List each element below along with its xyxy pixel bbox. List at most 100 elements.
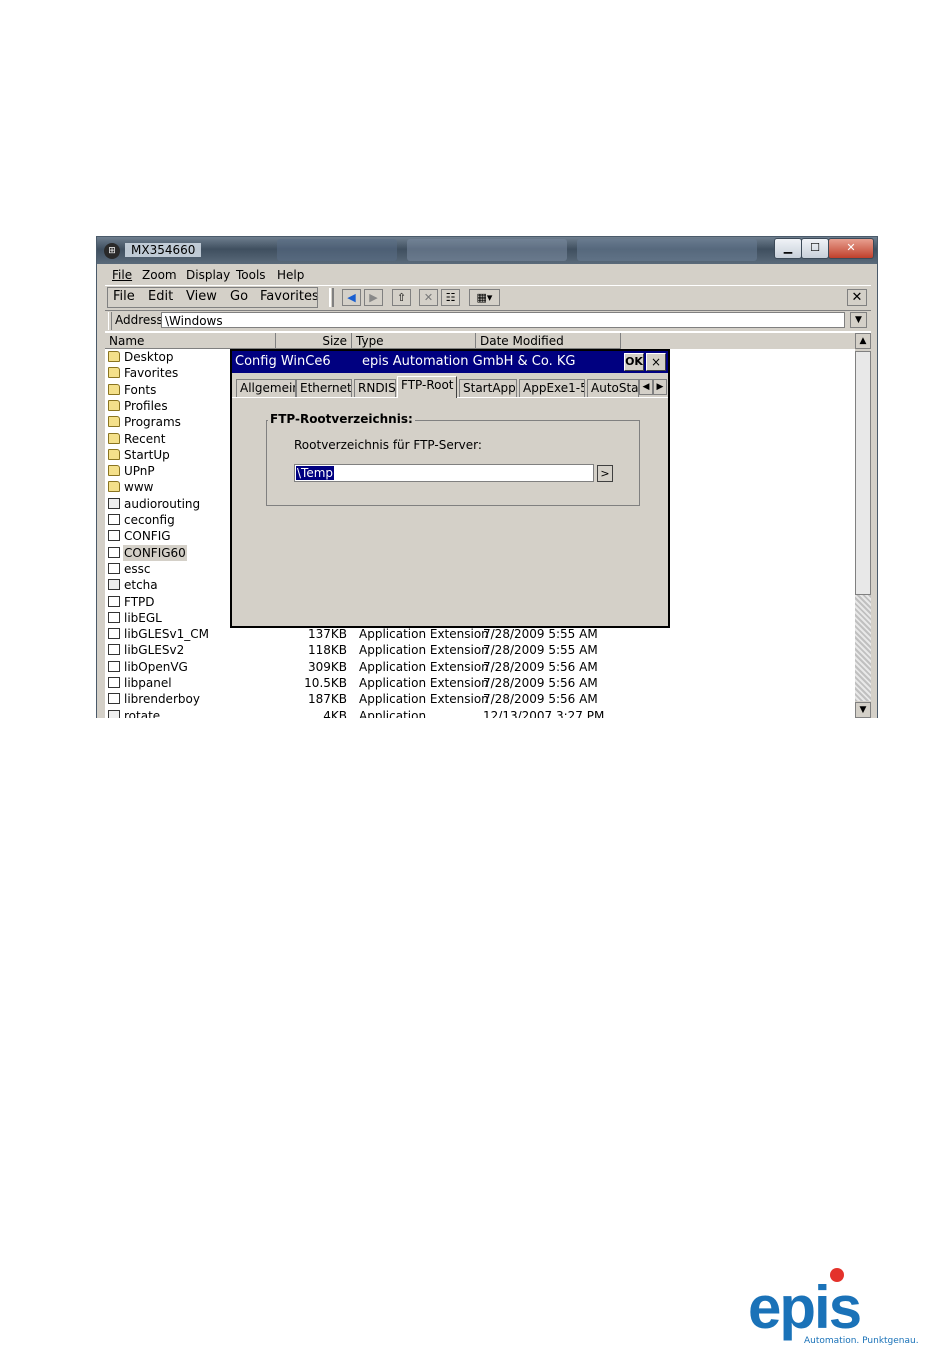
file-name: audiorouting <box>124 496 201 511</box>
file-date: 12/13/2007 3:27 PM <box>483 708 605 718</box>
ok-button[interactable]: OK <box>624 353 644 371</box>
address-dropdown-icon[interactable]: ▼ <box>850 312 867 328</box>
file-name: Desktop <box>124 350 174 364</box>
tab-ftp-root[interactable]: FTP-Root <box>397 376 457 398</box>
file-type: Application Extension <box>359 692 489 707</box>
file-name: Profiles <box>124 398 168 413</box>
column-date[interactable]: Date Modified <box>476 333 621 349</box>
properties-icon[interactable]: ☷ <box>441 289 460 306</box>
up-folder-icon[interactable]: ⇧ <box>392 289 411 306</box>
logo-tagline: Automation. Punktgenau. <box>804 1336 919 1346</box>
file-date: 7/28/2009 5:56 AM <box>483 692 598 707</box>
file-name: FTPD <box>124 594 155 609</box>
file-icon <box>108 514 120 525</box>
tab-scroll-right-icon[interactable]: ▶ <box>653 379 667 395</box>
browse-button[interactable]: > <box>597 465 613 482</box>
file-type: Application <box>359 708 427 718</box>
file-name: Favorites <box>124 366 179 381</box>
emulator-menu-bar: File Zoom Display Tools Help <box>105 265 869 285</box>
delete-icon[interactable]: ✕ <box>419 289 438 306</box>
address-bar: Address \Windows ▼ <box>105 311 871 331</box>
column-type[interactable]: Type <box>352 333 476 349</box>
group-title: FTP-Rootverzeichnis: <box>268 412 415 426</box>
file-name: rotate <box>124 708 161 718</box>
logo-text: epis <box>748 1274 860 1341</box>
menu-zoom[interactable]: Zoom <box>142 268 177 282</box>
title-bar: ⊞ MX354660 ▁ ☐ ✕ <box>97 237 877 264</box>
file-date: 7/28/2009 5:55 AM <box>483 627 598 642</box>
root-dir-label: Rootverzeichnis für FTP-Server: <box>294 438 482 452</box>
tab-ethernet[interactable]: Ethernet <box>296 379 352 398</box>
scroll-track[interactable] <box>855 595 871 701</box>
folder-icon <box>108 367 120 379</box>
menu-display[interactable]: Display <box>186 268 230 282</box>
file-date: 7/28/2009 5:55 AM <box>483 643 598 658</box>
list-item[interactable]: libpanel 10.5KB Application Extension 7/28/… <box>105 675 855 691</box>
file-name: libOpenVG <box>124 659 188 674</box>
file-name: libGLESv2 <box>124 643 185 658</box>
address-label: Address <box>115 313 163 327</box>
file-date: 7/28/2009 5:56 AM <box>483 676 598 690</box>
file-name: CONFIG <box>124 529 171 544</box>
dialog-close-button[interactable]: × <box>646 353 666 371</box>
scroll-down-icon[interactable]: ▼ <box>855 702 871 718</box>
file-type: Application Extension <box>359 659 489 674</box>
file-type: Application Extension <box>359 676 489 690</box>
dialog-title-bar: Config WinCe6 epis Automation GmbH & Co.… <box>232 351 668 373</box>
list-item[interactable]: rotate 4KB Application 12/13/2007 3:27 PM <box>105 708 855 718</box>
grip-handle <box>108 312 112 330</box>
list-item[interactable]: librenderboy 187KB Application Extension 7/… <box>105 691 855 707</box>
file-name: libEGL <box>124 610 162 625</box>
grip-handle <box>329 288 334 307</box>
minimize-button[interactable]: ▁ <box>774 238 802 259</box>
views-icon[interactable]: ▦▾ <box>469 289 500 306</box>
tab-scroll-left-icon[interactable]: ◀ <box>639 379 653 395</box>
file-name: essc <box>124 561 151 576</box>
tab-autostart[interactable]: AutoStar <box>587 379 639 398</box>
file-icon <box>108 611 120 623</box>
tab-appexe[interactable]: AppExe1-5 <box>519 379 585 398</box>
file-name: Fonts <box>124 382 157 397</box>
list-item[interactable]: libOpenVG 309KB Application Extension 7/28/… <box>105 659 855 675</box>
scroll-thumb[interactable] <box>855 351 871 595</box>
address-input[interactable]: \Windows <box>161 312 845 328</box>
menu-file[interactable]: File <box>112 268 132 282</box>
app-icon <box>108 579 120 591</box>
column-name[interactable]: Name <box>105 333 276 349</box>
list-item[interactable]: libGLESv2 118KB Application Extension 7/28/… <box>105 642 855 658</box>
root-dir-input[interactable]: \Temp <box>294 464 594 482</box>
file-name: Programs <box>124 415 181 430</box>
scroll-up-icon[interactable]: ▲ <box>855 333 871 349</box>
file-icon <box>108 677 120 688</box>
maximize-button[interactable]: ☐ <box>801 238 829 259</box>
file-name: etcha <box>124 578 158 593</box>
folder-icon <box>108 481 120 493</box>
app-icon <box>108 709 120 718</box>
file-size: 118KB <box>307 643 347 658</box>
file-name: StartUp <box>124 447 170 462</box>
file-size: 137KB <box>307 627 347 642</box>
menu-tools[interactable]: Tools <box>236 268 266 282</box>
close-explorer-icon[interactable]: ✕ <box>847 289 867 306</box>
file-name: CONFIG60 <box>123 544 187 561</box>
close-button[interactable]: ✕ <box>828 238 874 259</box>
list-item[interactable]: libGLESv1_CM 137KB Application Extension 7/… <box>105 626 855 642</box>
menu-frame <box>107 287 318 308</box>
app-icon: ⊞ <box>104 243 120 259</box>
window-title: MX354660 <box>125 243 202 257</box>
file-name: libpanel <box>124 676 172 690</box>
vertical-scrollbar[interactable]: ▲ ▼ <box>855 333 871 718</box>
file-name: librenderboy <box>124 692 200 707</box>
file-size: 309KB <box>307 659 347 674</box>
menu-help[interactable]: Help <box>277 268 304 282</box>
tab-startappl[interactable]: StartAppl <box>459 379 517 398</box>
back-icon[interactable]: ◀ <box>342 289 361 306</box>
file-name: ceconfig <box>124 513 175 527</box>
file-icon <box>108 644 120 656</box>
column-size[interactable]: Size <box>276 333 352 349</box>
file-icon <box>108 595 120 607</box>
forward-icon[interactable]: ▶ <box>364 289 383 306</box>
tab-allgemein[interactable]: Allgemein <box>236 379 296 398</box>
command-bar: File Edit View Go Favorites ◀ ▶ ⇧ ✕ ☷ ▦▾… <box>105 285 871 311</box>
tab-rndis[interactable]: RNDIS <box>354 379 396 398</box>
